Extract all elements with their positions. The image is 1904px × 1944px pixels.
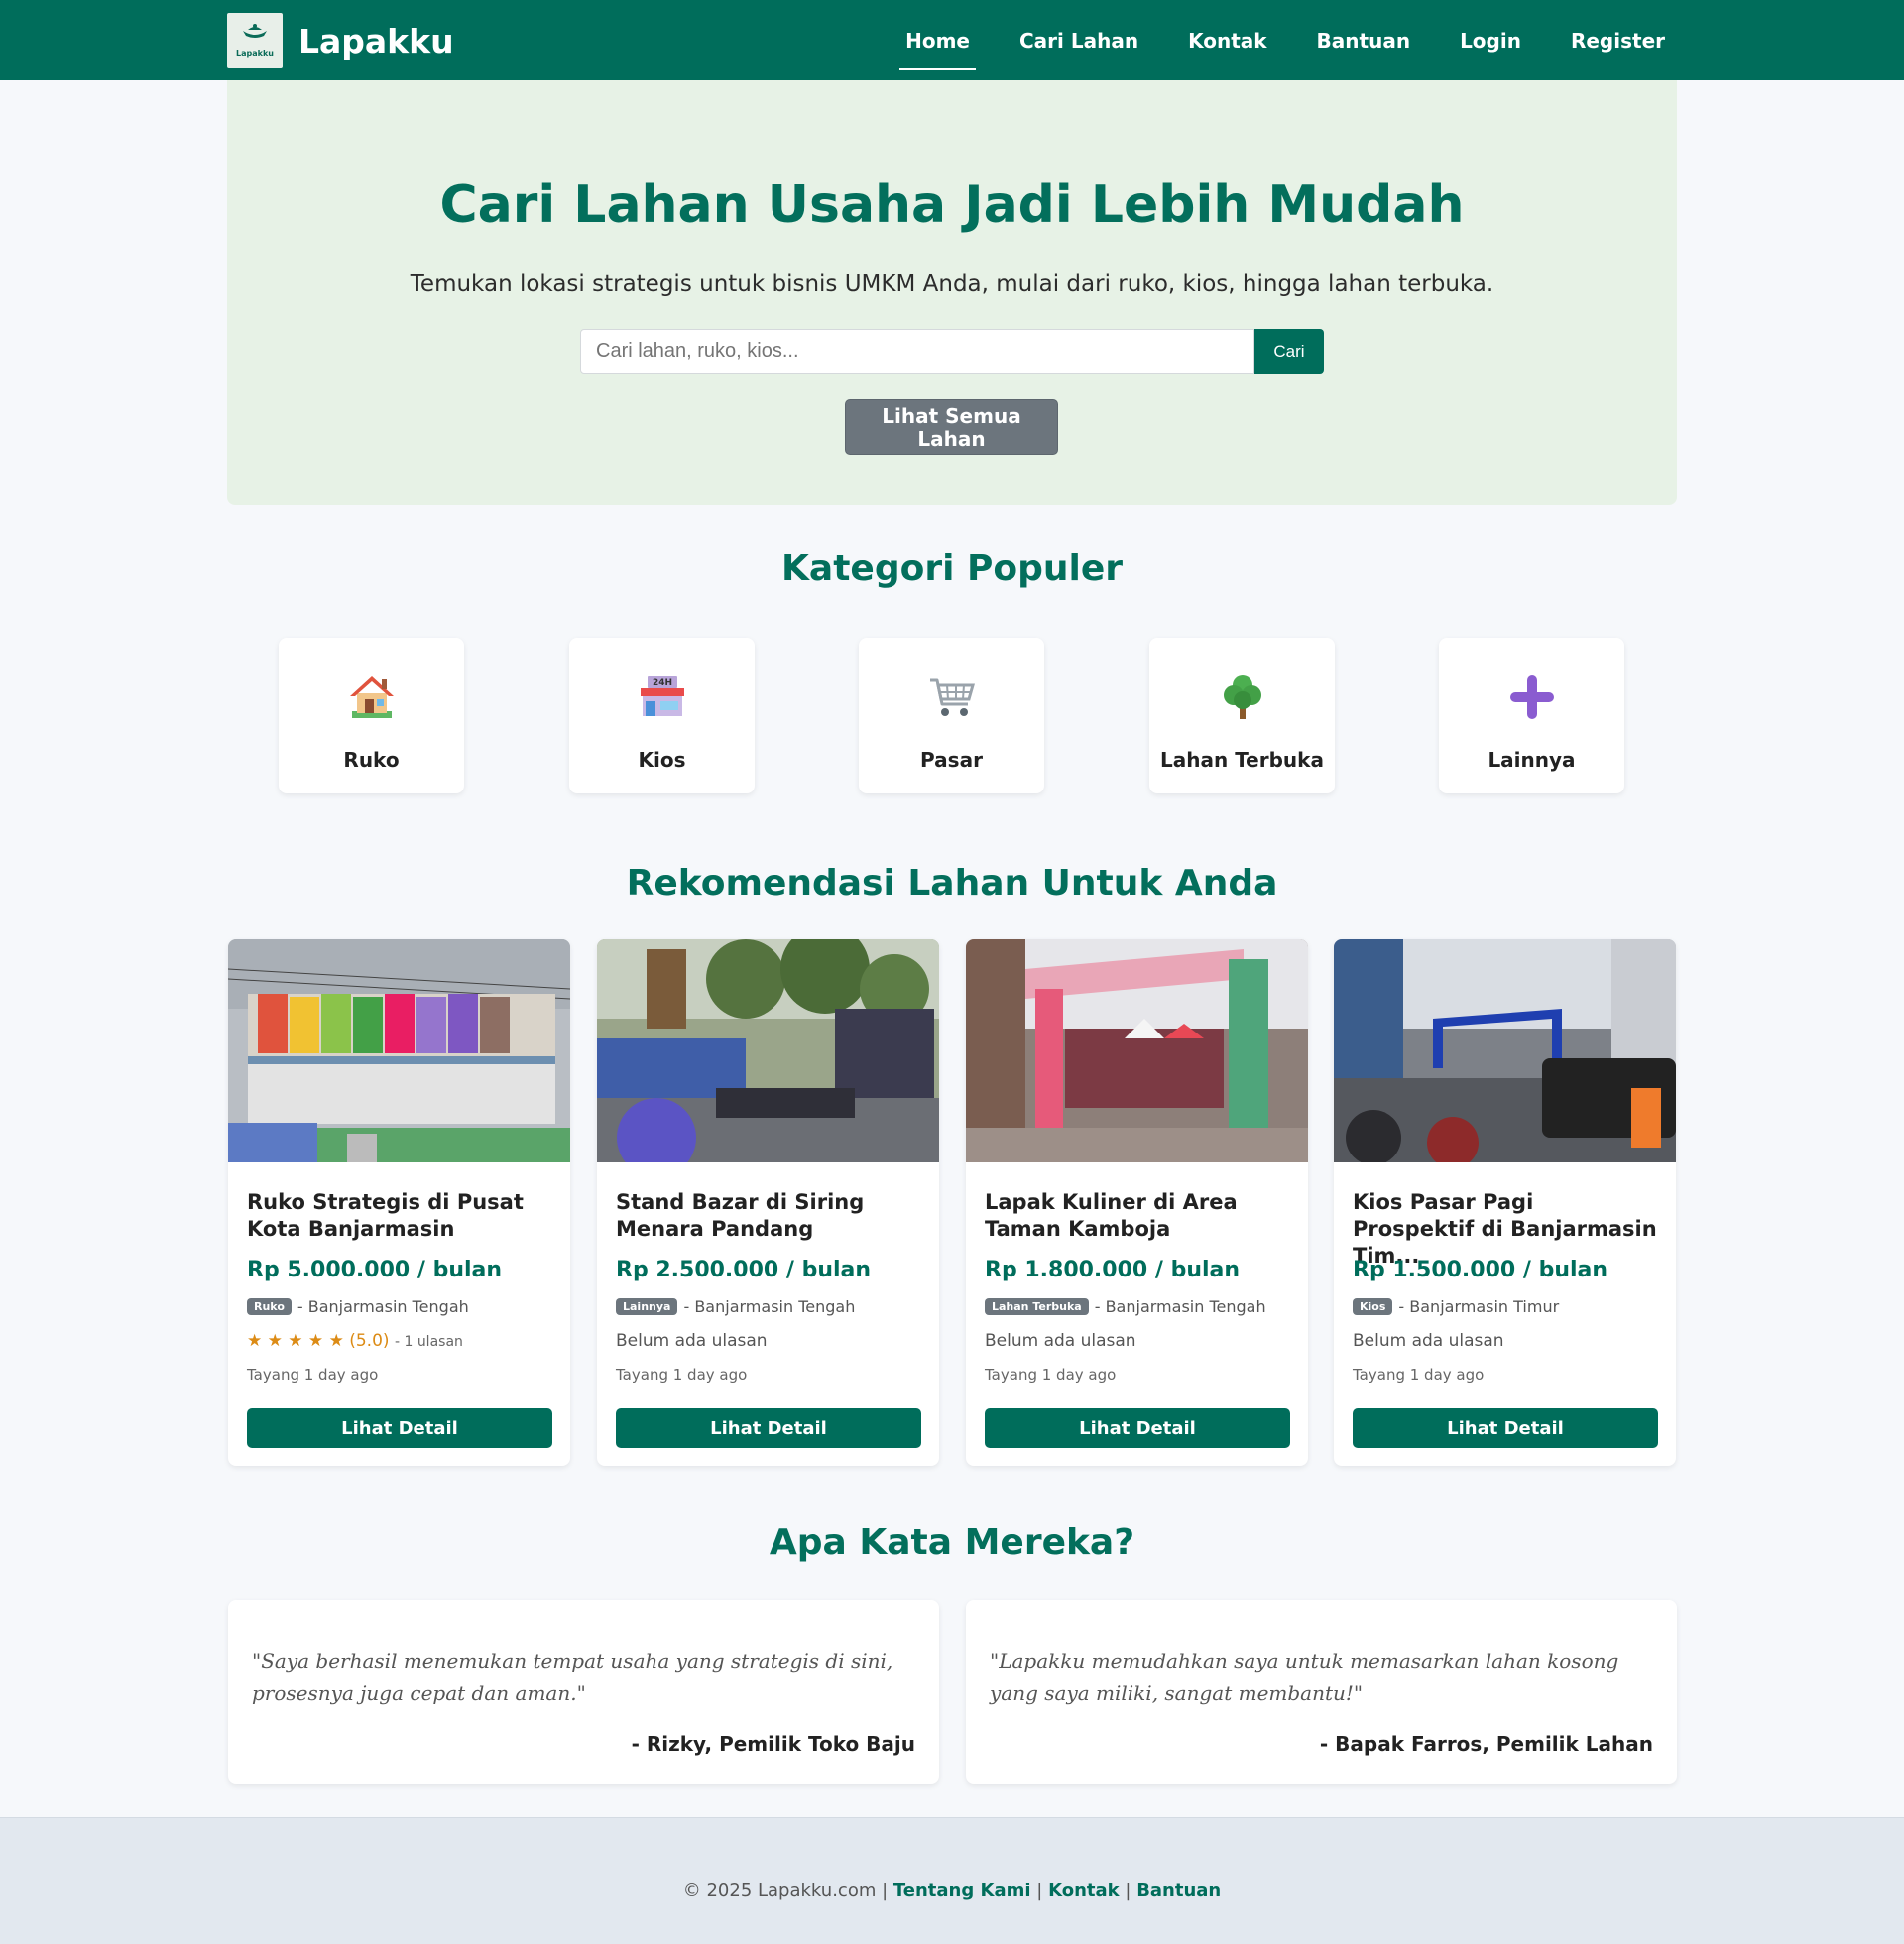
category-pasar[interactable]: Pasar [859, 638, 1044, 793]
footer-text: © 2025 Lapakku.com | Tentang Kami | Kont… [0, 1881, 1904, 1901]
boat-icon [243, 24, 267, 38]
view-all-button[interactable]: Lihat Semua Lahan [845, 399, 1058, 455]
footer-link-tentang-kami[interactable]: Tentang Kami [893, 1881, 1031, 1901]
testimonial-card: "Saya berhasil menemukan tempat usaha ya… [228, 1600, 939, 1784]
house-icon [279, 671, 464, 723]
hero-subtitle: Temukan lokasi strategis untuk bisnis UM… [410, 271, 1494, 297]
shopping-cart-icon [859, 671, 1044, 723]
footer-separator: | [1036, 1881, 1043, 1901]
listing-photo[interactable] [597, 939, 939, 1162]
plus-icon [1439, 671, 1624, 723]
listing-price: Rp 1.800.000 / bulan [985, 1258, 1241, 1282]
listing-review: Belum ada ulasan [1353, 1331, 1504, 1351]
hero-section: Cari Lahan Usaha Jadi Lebih Mudah Temuka… [227, 80, 1677, 505]
footer: © 2025 Lapakku.com | Tentang Kami | Kont… [0, 1817, 1904, 1944]
nav-kontak[interactable]: Kontak [1182, 23, 1272, 59]
category-label: Lainnya [1488, 748, 1576, 772]
footer-link-kontak[interactable]: Kontak [1048, 1881, 1120, 1901]
search-input[interactable] [580, 329, 1254, 374]
listing-review: Belum ada ulasan [985, 1331, 1136, 1351]
brand-name[interactable]: Lapakku [298, 22, 454, 61]
search-button[interactable]: Cari [1254, 329, 1324, 374]
listing-card: Kios Pasar Pagi Prospektif di Banjarmasi… [1334, 939, 1676, 1466]
category-ruko[interactable]: Ruko [279, 638, 464, 793]
categories-title: Kategori Populer [781, 548, 1123, 589]
nav-login[interactable]: Login [1454, 23, 1527, 59]
listing-price: Rp 5.000.000 / bulan [247, 1258, 503, 1282]
svg-text:24H: 24H [652, 678, 671, 688]
listing-card: Lapak Kuliner di Area Taman Kamboja Rp 1… [966, 939, 1308, 1466]
nav-menu: Home Cari Lahan Kontak Bantuan Login Reg… [862, 0, 1671, 80]
posted-time: Tayang 1 day ago [247, 1366, 379, 1384]
category-label: Ruko [343, 748, 400, 772]
detail-button[interactable]: Lihat Detail [985, 1408, 1290, 1448]
listing-meta: Lahan Terbuka - Banjarmasin Tengah [985, 1297, 1266, 1316]
listing-card: Stand Bazar di Siring Menara Pandang Rp … [597, 939, 939, 1466]
hero-title: Cari Lahan Usaha Jadi Lebih Mudah [439, 176, 1465, 235]
listing-title[interactable]: Ruko Strategis di Pusat Kota Banjarmasin [247, 1189, 554, 1243]
navbar: Lapakku Lapakku Home Cari Lahan Kontak B… [0, 0, 1904, 80]
category-badge: Kios [1353, 1298, 1393, 1315]
listing-review: Belum ada ulasan [616, 1331, 768, 1351]
posted-time: Tayang 1 day ago [985, 1366, 1117, 1384]
footer-link-bantuan[interactable]: Bantuan [1136, 1881, 1221, 1901]
copyright: © 2025 Lapakku.com | [682, 1881, 889, 1901]
category-badge: Ruko [247, 1298, 292, 1315]
nav-cari-lahan[interactable]: Cari Lahan [1013, 23, 1144, 59]
testimonial-author: - Rizky, Pemilik Toko Baju [631, 1732, 915, 1756]
store-24h-icon: 24H [569, 671, 755, 723]
testimonials-title: Apa Kata Mereka? [769, 1522, 1135, 1563]
category-label: Kios [638, 748, 686, 772]
listing-title[interactable]: Stand Bazar di Siring Menara Pandang [616, 1189, 923, 1243]
footer-separator: | [1125, 1881, 1131, 1901]
brand[interactable]: Lapakku Lapakku [227, 13, 454, 68]
category-label: Lahan Terbuka [1160, 748, 1324, 772]
listing-photo[interactable] [228, 939, 570, 1162]
listing-meta: Ruko - Banjarmasin Tengah [247, 1297, 469, 1316]
detail-button[interactable]: Lihat Detail [1353, 1408, 1658, 1448]
testimonial-quote: "Lapakku memudahkan saya untuk memasarka… [990, 1649, 1619, 1705]
listing-meta: Kios - Banjarmasin Timur [1353, 1297, 1559, 1316]
nav-register[interactable]: Register [1565, 23, 1671, 59]
listing-review: ★ ★ ★ ★ ★ (5.0) - 1 ulasan [247, 1331, 463, 1351]
category-badge: Lahan Terbuka [985, 1298, 1089, 1315]
listing-location: - Banjarmasin Tengah [1094, 1297, 1266, 1316]
category-lahan-terbuka[interactable]: Lahan Terbuka [1149, 638, 1335, 793]
listing-price: Rp 1.500.000 / bulan [1353, 1258, 1608, 1282]
listings-title: Rekomendasi Lahan Untuk Anda [626, 863, 1278, 904]
nav-home[interactable]: Home [899, 23, 976, 70]
search-bar: Cari [580, 329, 1324, 374]
testimonial-author: - Bapak Farros, Pemilik Lahan [1319, 1732, 1653, 1756]
category-badge: Lainnya [616, 1298, 678, 1315]
rating-stars: ★ ★ ★ ★ ★ [247, 1331, 344, 1351]
posted-time: Tayang 1 day ago [1353, 1366, 1485, 1384]
category-label: Pasar [920, 748, 983, 772]
category-lainnya[interactable]: Lainnya [1439, 638, 1624, 793]
testimonial-card: "Lapakku memudahkan saya untuk memasarka… [966, 1600, 1677, 1784]
listing-price: Rp 2.500.000 / bulan [616, 1258, 872, 1282]
detail-button[interactable]: Lihat Detail [616, 1408, 921, 1448]
listing-photo[interactable] [966, 939, 1308, 1162]
listing-title[interactable]: Lapak Kuliner di Area Taman Kamboja [985, 1189, 1292, 1243]
nav-bantuan[interactable]: Bantuan [1311, 23, 1417, 59]
listing-photo[interactable] [1334, 939, 1676, 1162]
category-kios[interactable]: 24H Kios [569, 638, 755, 793]
listing-location: - Banjarmasin Tengah [683, 1297, 856, 1316]
logo-text: Lapakku [236, 49, 274, 58]
posted-time: Tayang 1 day ago [616, 1366, 748, 1384]
listing-location: - Banjarmasin Tengah [297, 1297, 469, 1316]
listing-card: Ruko Strategis di Pusat Kota Banjarmasin… [228, 939, 570, 1466]
listing-location: - Banjarmasin Timur [1398, 1297, 1560, 1316]
rating-value: (5.0) [349, 1331, 390, 1351]
testimonial-quote: "Saya berhasil menemukan tempat usaha ya… [252, 1649, 893, 1705]
tree-icon [1149, 671, 1335, 723]
review-count: - 1 ulasan [394, 1334, 463, 1350]
detail-button[interactable]: Lihat Detail [247, 1408, 552, 1448]
logo: Lapakku [227, 13, 283, 68]
listing-meta: Lainnya - Banjarmasin Tengah [616, 1297, 855, 1316]
